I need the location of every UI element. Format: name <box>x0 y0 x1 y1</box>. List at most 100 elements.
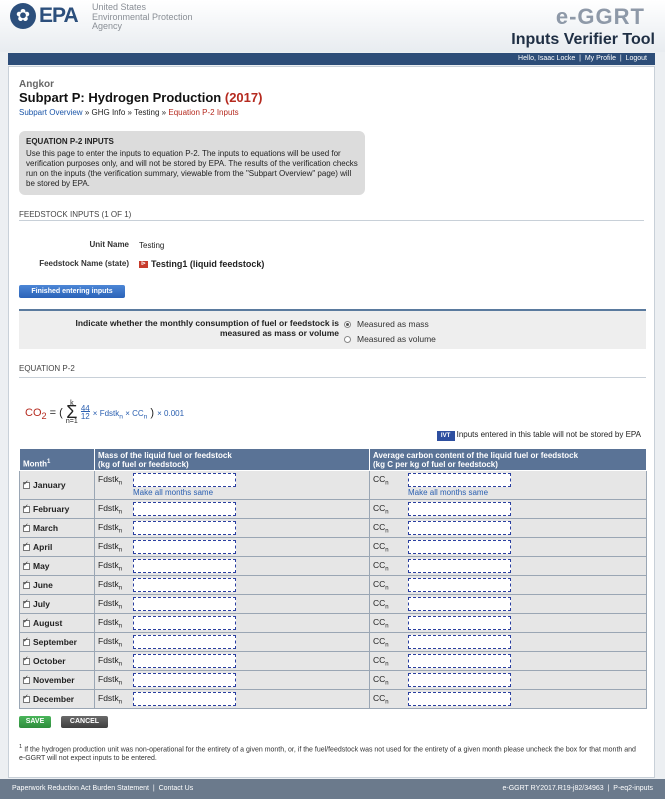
fdstk-label: Fdstkn <box>98 692 123 706</box>
mass-input[interactable] <box>133 635 236 649</box>
mass-input[interactable] <box>133 502 236 516</box>
paperwork-link[interactable]: Paperwork Reduction Act Burden Statement <box>12 785 149 792</box>
month-checkbox[interactable] <box>23 479 30 489</box>
month-checkbox[interactable] <box>23 522 30 532</box>
cc-label: CCn <box>373 578 389 592</box>
carbon-input[interactable] <box>408 673 511 687</box>
agency-name: United States Environmental Protection A… <box>92 2 193 31</box>
month-checkbox[interactable] <box>23 541 30 551</box>
mass-input[interactable] <box>133 654 236 668</box>
userbar-sep: | <box>619 55 622 62</box>
mass-cell: Fdstkn <box>94 613 370 633</box>
month-checkbox[interactable] <box>23 674 30 684</box>
mass-input[interactable] <box>133 616 236 630</box>
mass-cell: Fdstkn <box>94 670 370 690</box>
month-checkbox[interactable] <box>23 655 30 665</box>
carbon-cell: CCn Make all months same <box>369 470 647 500</box>
month-checkbox[interactable] <box>23 598 30 608</box>
mass-cell: Fdstkn <box>94 575 370 595</box>
cc-label: CCn <box>373 654 389 668</box>
tool-title: Inputs Verifier Tool <box>511 31 655 48</box>
mass-input[interactable] <box>133 540 236 554</box>
carbon-input[interactable] <box>408 635 511 649</box>
month-checkbox[interactable] <box>23 617 30 627</box>
measure-question: Indicate whether the monthly consumption… <box>75 318 339 338</box>
info-heading: EQUATION P-2 INPUTS <box>26 137 114 146</box>
month-cell: June <box>19 575 95 595</box>
mass-input[interactable] <box>133 473 236 487</box>
unit-name-value: Testing <box>139 241 165 250</box>
carbon-input[interactable] <box>408 473 511 487</box>
month-checkbox[interactable] <box>23 579 30 589</box>
month-checkbox[interactable] <box>23 636 30 646</box>
mass-input[interactable] <box>133 692 236 706</box>
cc-label: CCn <box>373 635 389 649</box>
mass-input[interactable] <box>133 559 236 573</box>
breadcrumb-current: Equation P-2 Inputs <box>168 108 239 117</box>
equation-box: CO2 = ( k Σ n=1 44 12 × Fdstkn × CCn ) ×… <box>19 377 646 441</box>
finished-entering-inputs-button[interactable]: Finished entering inputs <box>19 285 125 298</box>
epa-flower-icon: ✿ <box>10 3 36 29</box>
info-box: EQUATION P-2 INPUTS Use this page to ent… <box>19 131 365 195</box>
ivt-badge-icon: IVT <box>436 431 455 441</box>
col-mass-header: Mass of the liquid fuel or feedstock (kg … <box>94 448 370 471</box>
save-button[interactable]: SAVE <box>19 716 51 728</box>
carbon-cell: CCn <box>369 613 647 633</box>
version-text: e-GGRT RY2017.R19-j82/34963 <box>502 785 604 792</box>
radio-measured-volume[interactable]: Measured as volume <box>344 334 436 344</box>
carbon-input[interactable] <box>408 521 511 535</box>
radio-button-selected[interactable] <box>344 321 351 328</box>
month-checkbox[interactable] <box>23 503 30 513</box>
breadcrumb-testing: Testing <box>134 108 160 117</box>
mass-input[interactable] <box>133 578 236 592</box>
table-row: AugustFdstkn CCn <box>19 613 647 633</box>
epa-logo[interactable]: ✿ EPA <box>10 3 79 29</box>
carbon-input[interactable] <box>408 692 511 706</box>
mass-input[interactable] <box>133 521 236 535</box>
month-checkbox[interactable] <box>23 693 30 703</box>
fdstk-label: Fdstkn <box>98 559 123 573</box>
make-all-months-same-link[interactable]: Make all months same <box>133 488 366 497</box>
my-profile-link[interactable]: My Profile <box>585 55 616 62</box>
logout-link[interactable]: Logout <box>626 55 647 62</box>
mass-input[interactable] <box>133 673 236 687</box>
carbon-input[interactable] <box>408 616 511 630</box>
carbon-input[interactable] <box>408 597 511 611</box>
month-cell: November <box>19 670 95 690</box>
table-row: DecemberFdstkn CCn <box>19 689 647 709</box>
measure-box: Indicate whether the monthly consumption… <box>19 309 646 349</box>
carbon-cell: CCn <box>369 499 647 519</box>
breadcrumb-subpart-overview[interactable]: Subpart Overview <box>19 108 83 117</box>
carbon-input[interactable] <box>408 502 511 516</box>
month-cell: July <box>19 594 95 614</box>
table-row: FebruaryFdstkn CCn <box>19 499 647 519</box>
make-all-months-same-link[interactable]: Make all months same <box>408 488 643 497</box>
month-cell: August <box>19 613 95 633</box>
user-greeting: Hello, Isaac Locke <box>518 55 576 62</box>
fdstk-label: Fdstkn <box>98 473 123 487</box>
carbon-cell: CCn <box>369 518 647 538</box>
cc-label: CCn <box>373 673 389 687</box>
carbon-input[interactable] <box>408 578 511 592</box>
breadcrumb: Subpart Overview » GHG Info » Testing » … <box>19 108 239 117</box>
month-checkbox[interactable] <box>23 560 30 570</box>
cancel-button[interactable]: CANCEL <box>61 716 108 728</box>
col-carbon-header: Average carbon content of the liquid fue… <box>369 448 647 471</box>
divider <box>19 220 644 221</box>
carbon-cell: CCn <box>369 651 647 671</box>
breadcrumb-ghg-info: GHG Info <box>91 108 126 117</box>
reporting-year: (2017) <box>224 90 263 105</box>
contact-us-link[interactable]: Contact Us <box>159 785 194 792</box>
table-row: JulyFdstkn CCn <box>19 594 647 614</box>
carbon-input[interactable] <box>408 540 511 554</box>
mass-input[interactable] <box>133 597 236 611</box>
radio-button[interactable] <box>344 336 351 343</box>
table-row: SeptemberFdstkn CCn <box>19 632 647 652</box>
fdstk-label: Fdstkn <box>98 673 123 687</box>
feedstock-name-value: ⊳ Testing1 (liquid feedstock) <box>139 259 265 269</box>
radio-measured-mass[interactable]: Measured as mass <box>344 319 429 329</box>
carbon-input[interactable] <box>408 559 511 573</box>
carbon-input[interactable] <box>408 654 511 668</box>
carbon-cell: CCn <box>369 670 647 690</box>
mass-cell: Fdstkn <box>94 689 370 709</box>
